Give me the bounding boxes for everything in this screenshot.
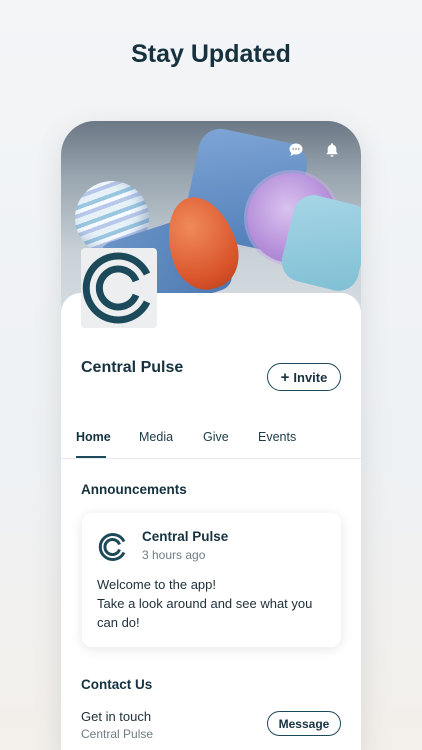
contact-sub: Central Pulse	[81, 727, 154, 741]
central-pulse-logo-icon	[82, 252, 151, 324]
tab-home[interactable]: Home	[76, 430, 111, 444]
message-button[interactable]: Message	[267, 711, 341, 736]
announcements-title: Announcements	[81, 482, 187, 497]
org-name: Central Pulse	[81, 359, 184, 376]
post-avatar	[97, 531, 129, 563]
contact-title: Contact Us	[81, 677, 153, 692]
invite-label: Invite	[293, 369, 328, 385]
bell-icon[interactable]	[323, 141, 341, 159]
plus-icon: +	[280, 368, 290, 386]
contact-label: Get in touch	[81, 709, 152, 724]
tab-media[interactable]: Media	[139, 430, 173, 444]
profile-tabs: Home Media Give Events	[61, 421, 361, 459]
central-pulse-avatar-icon	[98, 533, 126, 561]
post-time: 3 hours ago	[142, 548, 206, 562]
post-author: Central Pulse	[142, 529, 229, 544]
phone-screen: Central Pulse + Invite Home Media Give E…	[61, 121, 361, 750]
headline: Stay Updated	[131, 40, 291, 68]
org-logo	[81, 248, 157, 328]
announcement-card[interactable]: Central Pulse 3 hours ago Welcome to the…	[82, 513, 341, 647]
chat-icon[interactable]	[287, 141, 305, 159]
active-tab-indicator	[76, 456, 106, 458]
tab-events[interactable]: Events	[258, 430, 296, 444]
invite-button[interactable]: + Invite	[267, 363, 341, 391]
post-body: Welcome to the app! Take a look around a…	[97, 577, 313, 630]
tab-give[interactable]: Give	[203, 430, 229, 444]
